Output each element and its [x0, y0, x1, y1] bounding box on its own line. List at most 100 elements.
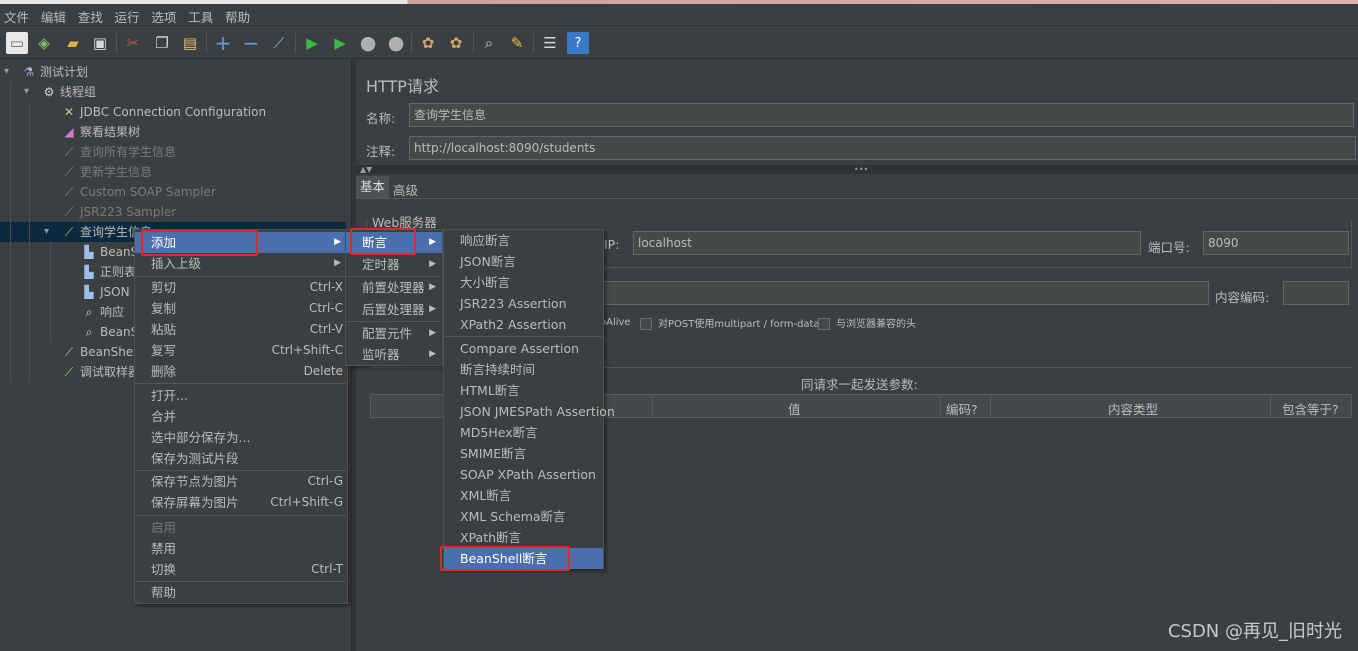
- ctx-delete[interactable]: 删除 Delete: [135, 361, 347, 382]
- toggle-icon[interactable]: ⟋: [268, 32, 290, 54]
- menu-search[interactable]: 查找: [74, 4, 107, 26]
- tree-custom-soap[interactable]: ⟋ Custom SOAP Sampler: [60, 182, 216, 202]
- path-field[interactable]: [600, 281, 1209, 305]
- comment-field[interactable]: http://localhost:8090/students: [409, 136, 1356, 160]
- assert-soap-xpath[interactable]: SOAP XPath Assertion: [444, 464, 603, 485]
- port-field[interactable]: 8090: [1203, 231, 1349, 255]
- assert-xpath[interactable]: XPath断言: [444, 527, 603, 548]
- ctx-open[interactable]: 打开...: [135, 385, 347, 406]
- assert-md5hex[interactable]: MD5Hex断言: [444, 422, 603, 443]
- tree-beanshell[interactable]: ⟋ BeanShell: [60, 342, 140, 362]
- pipette-icon: ⟋: [64, 225, 74, 239]
- tree-child-1[interactable]: ▙ BeanS: [80, 242, 138, 262]
- shutdown-icon[interactable]: ●: [385, 32, 407, 54]
- col-value[interactable]: 值: [788, 399, 801, 418]
- expand-icon[interactable]: +: [212, 31, 234, 55]
- menu-edit[interactable]: 编辑: [37, 4, 70, 26]
- function-helper-icon[interactable]: ☰: [539, 32, 561, 54]
- submenu-post-processors[interactable]: 后置处理器 ▶: [346, 299, 442, 320]
- chevron-down-icon[interactable]: ▾: [4, 66, 9, 77]
- menu-run[interactable]: 运行: [111, 4, 144, 26]
- tree-child-5[interactable]: ⌕ BeanS: [80, 322, 139, 342]
- pipette-icon: ⟋: [64, 185, 74, 199]
- cut-icon[interactable]: ✂: [122, 32, 144, 54]
- tree-query-all[interactable]: ⟋ 查询所有学生信息: [60, 142, 176, 162]
- tree-update[interactable]: ⟋ 更新学生信息: [60, 162, 152, 182]
- ctx-duplicate[interactable]: 复写 Ctrl+Shift-C: [135, 340, 347, 361]
- assert-json[interactable]: JSON断言: [444, 251, 603, 272]
- ctx-copy[interactable]: 复制 Ctrl-C: [135, 298, 347, 319]
- open-icon[interactable]: ▰: [62, 32, 84, 54]
- menu-help[interactable]: 帮助: [221, 4, 254, 26]
- collapse-divider[interactable]: ▲▼ •••: [356, 165, 1358, 174]
- clear-all-icon[interactable]: ✿: [445, 32, 467, 54]
- tree-jdbc-config[interactable]: ✕ JDBC Connection Configuration: [60, 102, 266, 122]
- wrench-icon: ✕: [63, 105, 75, 119]
- clear-icon[interactable]: ✿: [417, 32, 439, 54]
- assert-html[interactable]: HTML断言: [444, 380, 603, 401]
- tab-basic[interactable]: 基本: [356, 176, 389, 198]
- reset-search-icon[interactable]: ✎: [506, 32, 528, 54]
- save-icon[interactable]: ▣: [89, 32, 111, 54]
- submenu-pre-processors[interactable]: 前置处理器 ▶: [346, 277, 442, 298]
- assert-xml-schema[interactable]: XML Schema断言: [444, 506, 603, 527]
- ctx-toggle[interactable]: 切换 Ctrl-T: [135, 559, 347, 580]
- start-no-pause-icon[interactable]: ▶: [329, 32, 351, 54]
- start-icon[interactable]: ▶: [301, 32, 323, 54]
- browser-headers-checkbox[interactable]: [818, 318, 830, 330]
- col-encode[interactable]: 编码?: [946, 399, 978, 418]
- tree-debug[interactable]: ⟋ 调试取样器: [60, 362, 140, 382]
- name-field[interactable]: 查询学生信息: [409, 103, 1354, 127]
- multipart-option[interactable]: 对POST使用multipart / form-data: [640, 315, 820, 330]
- search-icon[interactable]: ⌕: [478, 32, 500, 54]
- menu-options[interactable]: 选项: [147, 4, 180, 26]
- templates-icon[interactable]: ◈: [33, 32, 55, 54]
- assert-jmespath[interactable]: JSON JMESPath Assertion: [444, 401, 615, 422]
- ctx-help[interactable]: 帮助: [135, 582, 347, 603]
- multipart-checkbox[interactable]: [640, 318, 652, 330]
- assert-xml[interactable]: XML断言: [444, 485, 603, 506]
- tree-test-plan[interactable]: ⚗ 测试计划: [20, 62, 88, 82]
- collapse-icon[interactable]: −: [240, 31, 262, 55]
- help-icon[interactable]: ?: [567, 32, 589, 54]
- tree-child-2[interactable]: ▙ 正则表: [80, 262, 136, 282]
- tree-jsr223[interactable]: ⟋ JSR223 Sampler: [60, 202, 176, 222]
- assert-smime[interactable]: SMIME断言: [444, 443, 603, 464]
- tree-child-4[interactable]: ⌕ 响应: [80, 302, 124, 322]
- chevron-down-icon[interactable]: ▾: [24, 86, 29, 97]
- ip-field[interactable]: localhost: [633, 231, 1141, 255]
- ctx-disable[interactable]: 禁用: [135, 538, 347, 559]
- assert-duration[interactable]: 断言持续时间: [444, 359, 603, 380]
- col-include-equals[interactable]: 包含等于?: [1282, 399, 1339, 418]
- menu-tools[interactable]: 工具: [184, 4, 217, 26]
- tree-view-results[interactable]: ◢ 察看结果树: [60, 122, 140, 142]
- chevron-down-icon[interactable]: ▾: [44, 226, 49, 237]
- ctx-save-screen-image[interactable]: 保存屏幕为图片 Ctrl+Shift-G: [135, 492, 347, 513]
- ctx-merge[interactable]: 合并: [135, 406, 347, 427]
- col-content-type[interactable]: 内容类型: [1108, 399, 1158, 418]
- submenu-listeners[interactable]: 监听器 ▶: [346, 344, 442, 365]
- assert-response[interactable]: 响应断言: [444, 230, 603, 251]
- tree-child-3[interactable]: ▙ JSON: [80, 282, 129, 302]
- stop-icon[interactable]: ●: [357, 32, 379, 54]
- browser-headers-option[interactable]: 与浏览器兼容的头: [818, 315, 916, 330]
- new-icon[interactable]: ▭: [6, 32, 28, 54]
- ctx-save-node-image[interactable]: 保存节点为图片 Ctrl-G: [135, 471, 347, 492]
- assert-compare[interactable]: Compare Assertion: [444, 338, 603, 359]
- submenu-config-elements[interactable]: 配置元件 ▶: [346, 323, 442, 344]
- ctx-paste[interactable]: 粘贴 Ctrl-V: [135, 319, 347, 340]
- encoding-field[interactable]: [1283, 281, 1349, 305]
- assert-xpath2[interactable]: XPath2 Assertion: [444, 314, 603, 335]
- tree-thread-group[interactable]: ⚙ 线程组: [40, 82, 96, 102]
- ctx-save-fragment[interactable]: 保存为测试片段: [135, 448, 347, 469]
- menu-file[interactable]: 文件: [0, 4, 33, 26]
- copy-icon[interactable]: ❐: [151, 32, 173, 54]
- ctx-insert-parent[interactable]: 插入上级 ▶: [135, 253, 347, 274]
- submenu-timers[interactable]: 定时器 ▶: [346, 254, 442, 275]
- ctx-cut[interactable]: 剪切 Ctrl-X: [135, 277, 347, 298]
- assert-size[interactable]: 大小断言: [444, 272, 603, 293]
- paste-icon[interactable]: ▤: [179, 32, 201, 54]
- tab-advanced[interactable]: 高级: [393, 180, 418, 199]
- ctx-save-selection[interactable]: 选中部分保存为...: [135, 427, 347, 448]
- assert-jsr223[interactable]: JSR223 Assertion: [444, 293, 603, 314]
